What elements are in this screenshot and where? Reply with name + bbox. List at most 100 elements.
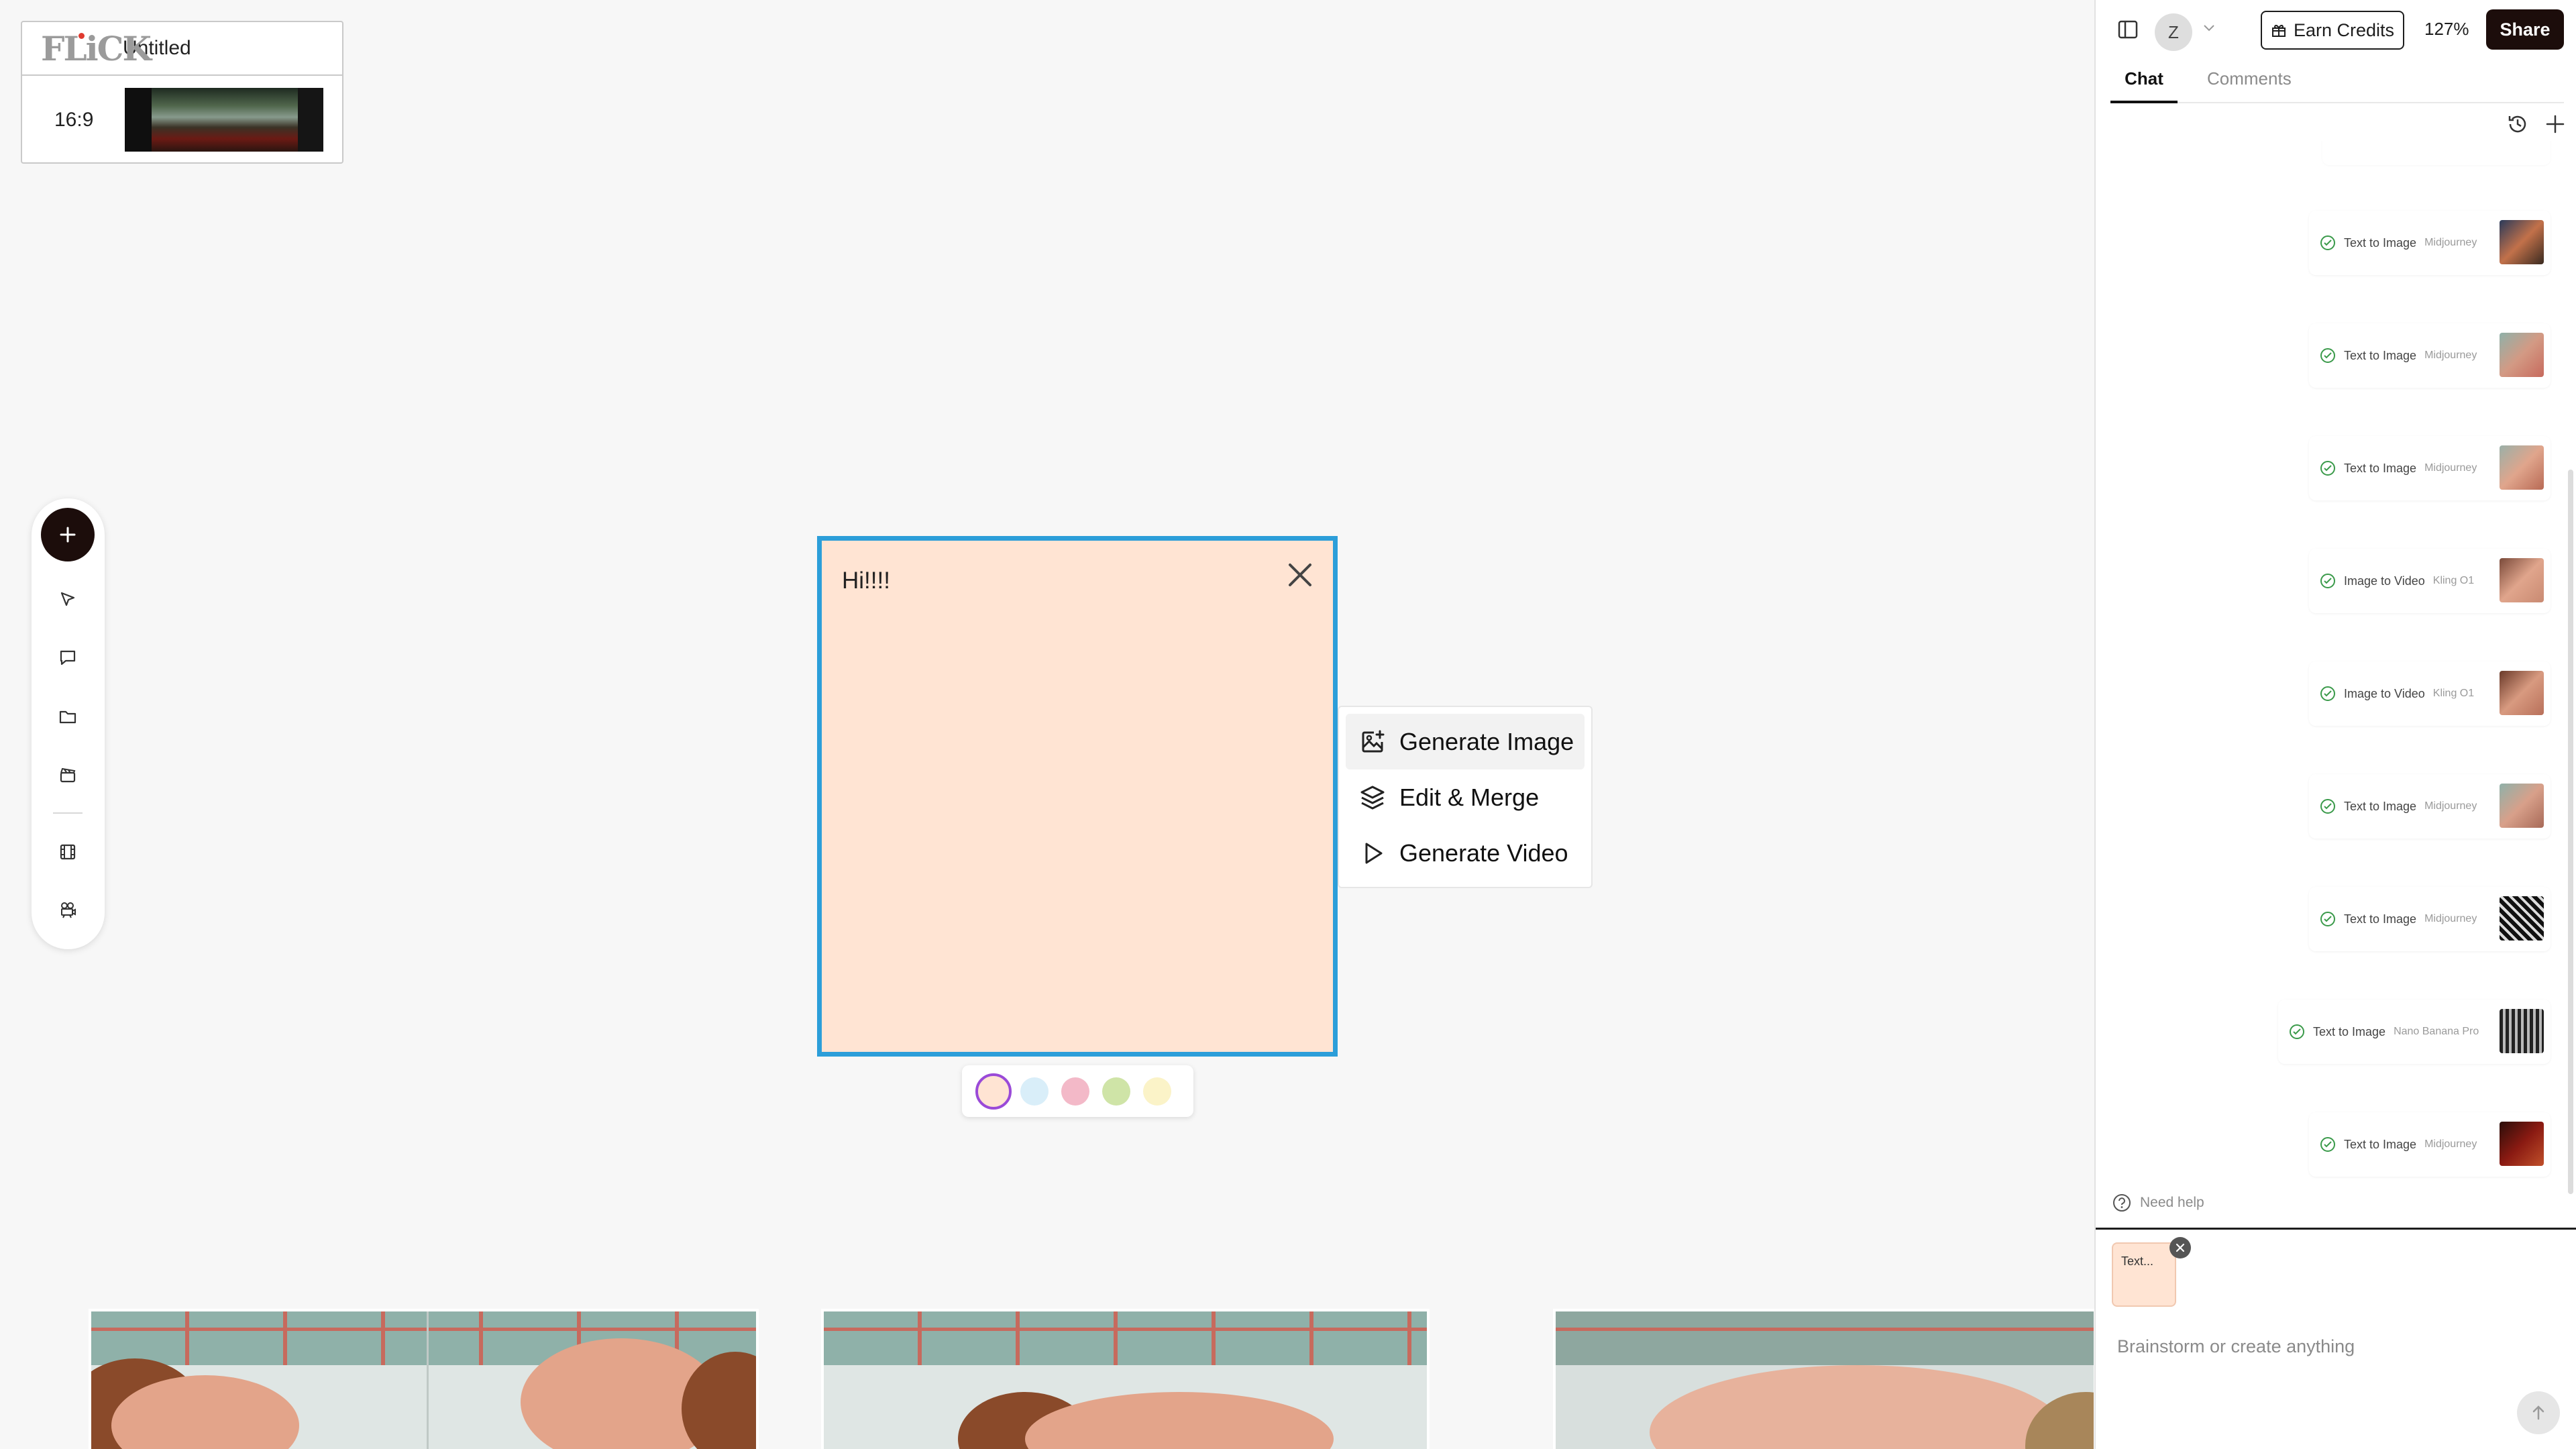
message-thumbnail[interactable] [2500, 445, 2544, 490]
composer-divider [2096, 1228, 2576, 1230]
check-circle-icon [2290, 1024, 2304, 1039]
message-thumbnail[interactable] [2500, 896, 2544, 941]
send-button[interactable] [2517, 1391, 2560, 1434]
message-type: Text to Image [2344, 912, 2417, 926]
film-icon [60, 844, 76, 860]
swatch-peach[interactable] [975, 1073, 1012, 1110]
message-model: Kling O1 [2432, 575, 2475, 586]
account-menu-button[interactable] [2203, 24, 2215, 32]
message-thumbnail[interactable] [2500, 220, 2544, 264]
share-button[interactable]: Share [2486, 9, 2564, 50]
prompt-input[interactable]: Brainstorm or create anything [2117, 1336, 2355, 1357]
history-button[interactable] [2506, 113, 2529, 136]
project-thumbnail[interactable] [125, 88, 323, 152]
message-type: Text to Image [2344, 461, 2417, 475]
canvas-image[interactable] [89, 1309, 759, 1449]
check-circle-icon [2320, 912, 2335, 926]
message-thumbnail[interactable] [2500, 558, 2544, 602]
comment-tool-button[interactable] [48, 637, 88, 678]
need-help-link[interactable]: Need help [2112, 1193, 2204, 1213]
new-chat-button[interactable] [2544, 113, 2567, 136]
tab-comments[interactable]: Comments [2207, 68, 2292, 103]
generate-image-label: Generate Image [1399, 727, 1574, 755]
check-circle-icon [2320, 348, 2335, 363]
message-thumbnail[interactable] [2500, 1122, 2544, 1166]
sidebar-icon [2118, 20, 2138, 39]
folder-icon [59, 710, 76, 724]
add-button[interactable] [41, 508, 95, 561]
list-item[interactable]: Text to Image Nano Banana Pro [2278, 1000, 2551, 1064]
app-logo: FLiCK [41, 28, 152, 68]
edit-merge-item[interactable]: Edit & Merge [1346, 769, 1585, 825]
panel-header: Z Earn Credits 127% Share [2096, 0, 2576, 59]
message-type: Text to Image [2344, 348, 2417, 362]
message-type: Image to Video [2344, 686, 2425, 700]
message-thumbnail[interactable] [2500, 671, 2544, 715]
swatch-green[interactable] [1102, 1077, 1130, 1106]
generate-video-item[interactable]: Generate Video [1346, 825, 1585, 881]
message-model: Midjourney [2424, 462, 2477, 474]
zoom-level[interactable]: 127% [2424, 19, 2469, 40]
need-help-label: Need help [2140, 1195, 2204, 1210]
toggle-sidebar-button[interactable] [2117, 19, 2139, 40]
check-circle-icon [2320, 686, 2335, 701]
generate-video-label: Generate Video [1399, 839, 1568, 867]
sticky-note[interactable]: Hi!!!! [817, 536, 1338, 1057]
folder-button[interactable] [48, 696, 88, 737]
earn-credits-button[interactable]: Earn Credits [2261, 11, 2404, 50]
sticky-note-text[interactable]: Hi!!!! [842, 568, 890, 594]
earn-credits-label: Earn Credits [2293, 19, 2395, 40]
history-icon [2508, 115, 2526, 133]
message-thumbnail[interactable] [2500, 784, 2544, 828]
canvas-image[interactable] [1553, 1309, 2094, 1449]
canvas[interactable]: FLiCK Untitled 16:9 Hi!!!! Generate Imag… [0, 0, 2094, 1449]
swatch-blue[interactable] [1020, 1077, 1049, 1106]
avatar[interactable]: Z [2155, 13, 2192, 51]
message-list[interactable]: Text to Image Midjourney Text to Image M… [2096, 141, 2576, 1187]
remove-attachment-button[interactable] [2169, 1237, 2191, 1258]
list-item[interactable] [2322, 141, 2551, 165]
close-button[interactable] [1283, 558, 1317, 592]
message-type: Text to Image [2344, 235, 2417, 250]
list-item[interactable]: Text to Image Midjourney [2309, 1112, 2551, 1177]
generate-image-item[interactable]: Generate Image [1346, 714, 1585, 769]
toolbar-divider [53, 812, 83, 814]
movie-camera-icon [61, 902, 76, 918]
list-item[interactable]: Text to Image Midjourney [2309, 774, 2551, 839]
swatch-pink[interactable] [1061, 1077, 1089, 1106]
list-item[interactable]: Image to Video Kling O1 [2309, 549, 2551, 613]
camera-button[interactable] [48, 890, 88, 930]
list-item[interactable]: Text to Image Midjourney [2309, 211, 2551, 275]
message-model: Midjourney [2424, 237, 2477, 248]
gift-icon [2271, 24, 2286, 37]
message-model: Midjourney [2424, 1138, 2477, 1150]
clapperboard-button[interactable] [48, 755, 88, 795]
tab-chat[interactable]: Chat [2110, 68, 2178, 103]
message-thumbnail[interactable] [2500, 333, 2544, 377]
list-item[interactable]: Text to Image Midjourney [2309, 887, 2551, 951]
message-type: Text to Image [2313, 1024, 2386, 1038]
canvas-image[interactable] [821, 1309, 1430, 1449]
clapperboard-icon [60, 767, 76, 783]
select-tool-button[interactable] [48, 579, 88, 619]
message-model: Nano Banana Pro [2394, 1026, 2479, 1037]
cursor-icon [60, 592, 75, 606]
layers-icon [1360, 786, 1385, 809]
list-item[interactable]: Image to Video Kling O1 [2309, 661, 2551, 726]
chevron-down-icon [2204, 25, 2214, 32]
message-type: Text to Image [2344, 1137, 2417, 1151]
check-circle-icon [2320, 1137, 2335, 1152]
list-item[interactable]: Text to Image Midjourney [2309, 436, 2551, 500]
list-item[interactable]: Text to Image Midjourney [2309, 323, 2551, 388]
scrollbar[interactable] [2568, 470, 2573, 1194]
aspect-ratio[interactable]: 16:9 [22, 109, 125, 131]
chat-panel: Z Earn Credits 127% Share Chat Comments … [2094, 0, 2576, 1449]
attachment-chip[interactable]: Text... [2112, 1237, 2191, 1307]
check-circle-icon [2320, 799, 2335, 814]
film-button[interactable] [48, 832, 88, 872]
project-card[interactable]: FLiCK Untitled 16:9 [21, 21, 343, 164]
swatch-yellow[interactable] [1143, 1077, 1171, 1106]
check-circle-icon [2320, 574, 2335, 588]
attachment-label: Text... [2121, 1254, 2154, 1268]
message-thumbnail[interactable] [2500, 1009, 2544, 1053]
